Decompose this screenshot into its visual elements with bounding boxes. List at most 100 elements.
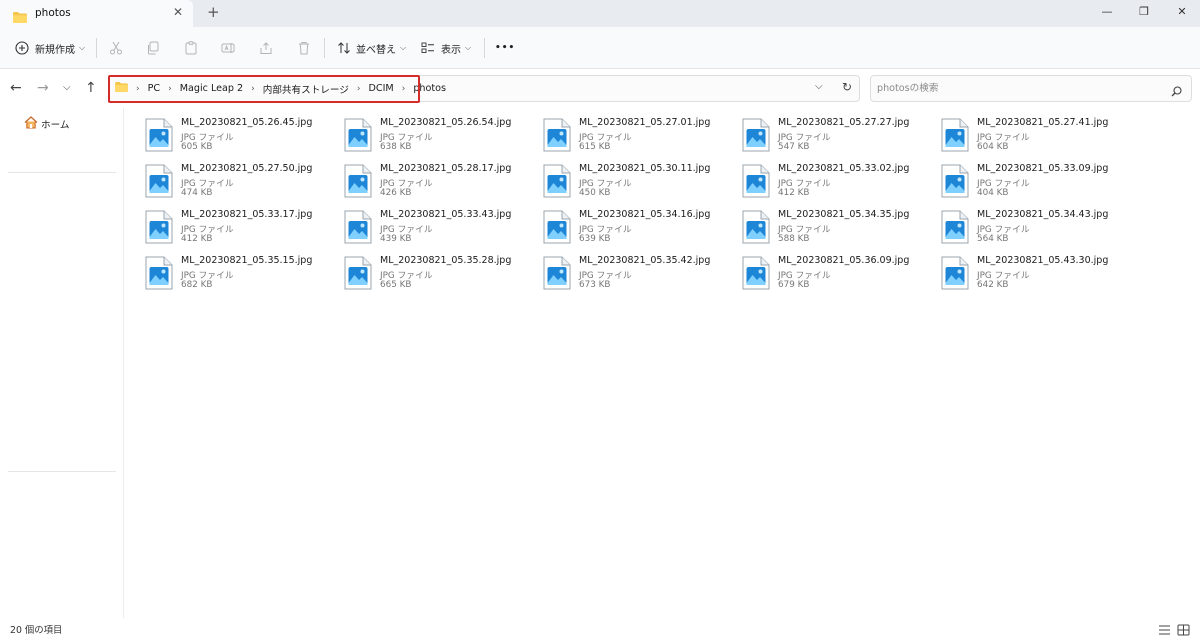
file-item[interactable]: ML_20230821_05.30.11.jpg JPG ファイル 450 KB <box>522 162 712 206</box>
sort-button-label: 並べ替え <box>356 44 396 56</box>
file-item[interactable]: ML_20230821_05.33.02.jpg JPG ファイル 412 KB <box>721 162 911 206</box>
refresh-icon[interactable]: ↻ <box>842 80 852 94</box>
file-item[interactable]: ML_20230821_05.27.27.jpg JPG ファイル 547 KB <box>721 116 911 160</box>
clipboard-icon <box>184 41 198 55</box>
image-file-icon <box>343 164 373 198</box>
divider <box>324 38 325 58</box>
list-view-icon <box>421 41 435 55</box>
file-name: ML_20230821_05.33.17.jpg <box>181 209 313 220</box>
file-name: ML_20230821_05.43.30.jpg <box>977 255 1109 266</box>
image-file-icon <box>741 256 771 290</box>
file-item[interactable]: ML_20230821_05.34.43.jpg JPG ファイル 564 KB <box>920 208 1110 252</box>
image-file-icon <box>940 256 970 290</box>
search-box[interactable] <box>870 75 1192 102</box>
file-item[interactable]: ML_20230821_05.27.41.jpg JPG ファイル 604 KB <box>920 116 1110 160</box>
image-file-icon <box>343 118 373 152</box>
file-size: 404 KB <box>977 188 1009 198</box>
file-item[interactable]: ML_20230821_05.27.50.jpg JPG ファイル 474 KB <box>124 162 314 206</box>
sort-icon <box>337 41 351 55</box>
sidebar-item-home[interactable]: ホーム <box>24 116 70 132</box>
file-item[interactable]: ML_20230821_05.26.45.jpg JPG ファイル 605 KB <box>124 116 314 160</box>
paste-button[interactable] <box>184 27 198 69</box>
close-tab-button[interactable]: ✕ <box>173 5 183 19</box>
file-size: 682 KB <box>181 280 213 290</box>
file-item[interactable]: ML_20230821_05.34.16.jpg JPG ファイル 639 KB <box>522 208 712 252</box>
copy-button[interactable] <box>146 27 160 69</box>
up-arrow-icon[interactable]: ↑ <box>85 80 97 96</box>
image-file-icon <box>741 210 771 244</box>
image-file-icon <box>343 256 373 290</box>
close-window-button[interactable]: ✕ <box>1164 1 1200 23</box>
file-name: ML_20230821_05.35.42.jpg <box>579 255 711 266</box>
file-name: ML_20230821_05.34.35.jpg <box>778 209 910 220</box>
image-file-icon <box>542 118 572 152</box>
file-item[interactable]: ML_20230821_05.28.17.jpg JPG ファイル 426 KB <box>323 162 513 206</box>
back-arrow-icon[interactable]: ← <box>10 80 22 96</box>
minimize-button[interactable]: — <box>1089 1 1125 23</box>
recent-locations-chevron-icon[interactable]: ⌵ <box>63 80 71 96</box>
image-file-icon <box>542 164 572 198</box>
file-name: ML_20230821_05.33.43.jpg <box>380 209 512 220</box>
file-item[interactable]: ML_20230821_05.36.09.jpg JPG ファイル 679 KB <box>721 254 911 298</box>
file-item[interactable]: ML_20230821_05.26.54.jpg JPG ファイル 638 KB <box>323 116 513 160</box>
cut-button[interactable] <box>109 27 123 69</box>
forward-arrow-icon[interactable]: → <box>37 80 49 96</box>
home-icon <box>24 116 41 132</box>
view-button-label: 表示 <box>441 44 461 56</box>
file-size: 547 KB <box>778 142 810 152</box>
image-file-icon <box>144 118 174 152</box>
tab-photos[interactable]: photos ✕ <box>0 0 193 27</box>
file-name: ML_20230821_05.36.09.jpg <box>778 255 910 266</box>
file-item[interactable]: ML_20230821_05.33.09.jpg JPG ファイル 404 KB <box>920 162 1110 206</box>
delete-button[interactable] <box>297 27 311 69</box>
address-history-chevron-icon[interactable]: ⌵ <box>815 81 823 92</box>
file-name: ML_20230821_05.27.41.jpg <box>977 117 1109 128</box>
command-bar: 新規作成 ⌵ 並べ替え ⌵ 表示 ⌵ ••• <box>0 27 1200 69</box>
file-size: 673 KB <box>579 280 611 290</box>
image-file-icon <box>144 164 174 198</box>
search-icon[interactable] <box>1171 82 1182 101</box>
file-name: ML_20230821_05.34.16.jpg <box>579 209 711 220</box>
file-name: ML_20230821_05.35.28.jpg <box>380 255 512 266</box>
file-item[interactable]: ML_20230821_05.35.15.jpg JPG ファイル 682 KB <box>124 254 314 298</box>
sort-button[interactable]: 並べ替え ⌵ <box>337 27 406 69</box>
file-size: 412 KB <box>778 188 810 198</box>
new-button[interactable]: 新規作成 ⌵ <box>15 27 85 69</box>
status-bar: 20 個の項目 <box>0 618 1200 638</box>
image-file-icon <box>144 210 174 244</box>
tab-title: photos <box>35 7 71 19</box>
details-view-icon[interactable] <box>1158 621 1171 638</box>
share-button[interactable] <box>259 27 273 69</box>
image-file-icon <box>940 118 970 152</box>
file-item[interactable]: ML_20230821_05.35.42.jpg JPG ファイル 673 KB <box>522 254 712 298</box>
search-input[interactable] <box>877 80 1157 97</box>
file-name: ML_20230821_05.27.27.jpg <box>778 117 910 128</box>
copy-icon <box>146 41 160 55</box>
file-item[interactable]: ML_20230821_05.33.17.jpg JPG ファイル 412 KB <box>124 208 314 252</box>
rename-icon <box>221 41 235 55</box>
file-item[interactable]: ML_20230821_05.33.43.jpg JPG ファイル 439 KB <box>323 208 513 252</box>
trash-icon <box>297 41 311 55</box>
file-item[interactable]: ML_20230821_05.27.01.jpg JPG ファイル 615 KB <box>522 116 712 160</box>
image-file-icon <box>144 256 174 290</box>
large-icons-view-icon[interactable] <box>1177 621 1190 638</box>
image-file-icon <box>940 210 970 244</box>
rename-button[interactable] <box>221 27 235 69</box>
file-size: 412 KB <box>181 234 213 244</box>
sidebar-divider <box>8 471 116 472</box>
view-button[interactable]: 表示 ⌵ <box>421 27 471 69</box>
file-item[interactable]: ML_20230821_05.35.28.jpg JPG ファイル 665 KB <box>323 254 513 298</box>
divider <box>484 38 485 58</box>
file-size: 588 KB <box>778 234 810 244</box>
scissors-icon <box>109 41 123 55</box>
new-tab-button[interactable]: + <box>207 3 220 21</box>
more-options-button[interactable]: ••• <box>495 27 515 69</box>
file-name: ML_20230821_05.26.54.jpg <box>380 117 512 128</box>
file-item[interactable]: ML_20230821_05.34.35.jpg JPG ファイル 588 KB <box>721 208 911 252</box>
file-name: ML_20230821_05.35.15.jpg <box>181 255 313 266</box>
image-file-icon <box>343 210 373 244</box>
image-file-icon <box>542 256 572 290</box>
file-item[interactable]: ML_20230821_05.43.30.jpg JPG ファイル 642 KB <box>920 254 1110 298</box>
file-name: ML_20230821_05.27.50.jpg <box>181 163 313 174</box>
maximize-button[interactable]: ❐ <box>1126 1 1162 23</box>
